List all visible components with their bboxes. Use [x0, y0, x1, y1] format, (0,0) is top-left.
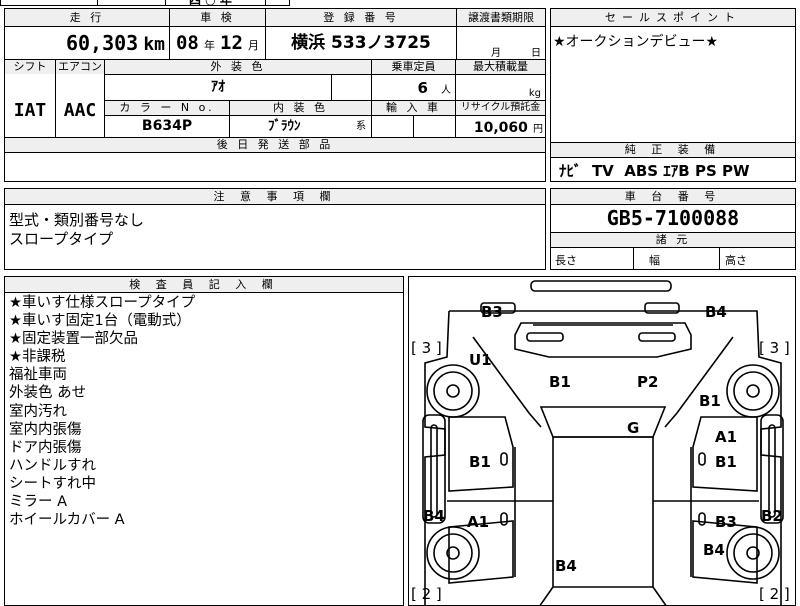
inspection-value-cell: 08 年 12 月	[170, 27, 265, 59]
top-cut-text: 四 ○ 年	[189, 0, 232, 7]
load-unit: kg	[528, 88, 541, 99]
equipment-items: ﾅﾋﾞ TV ABS ｴｱB PS PW	[559, 162, 750, 180]
recycle-unit: 円	[533, 124, 543, 135]
damage-mark: B3	[481, 303, 503, 321]
interior-value-cell: ﾌﾞﾗｳﾝ 系	[230, 116, 371, 137]
reg-label: 登 録 番 号	[266, 9, 456, 26]
inspector-line: 福祉車両	[9, 367, 67, 383]
damage-mark: B2	[761, 507, 783, 525]
exterior-label: 外 装 色	[105, 60, 371, 74]
dim-height: 高さ	[725, 254, 747, 267]
inspector-line: ミラー A	[9, 494, 68, 510]
sales-point-box: セールスポイント ★オークションデビュー★	[550, 8, 796, 144]
equipment-box: 純 正 装 備 ﾅﾋﾞ TV ABS ｴｱB PS PW	[550, 142, 796, 182]
caution-line-2: スロープタイプ	[9, 230, 114, 248]
reg-number: 横浜 533ノ3725	[291, 33, 431, 53]
damage-mark: P2	[637, 373, 658, 391]
mileage-unit: km	[143, 34, 165, 55]
chassis-number: GB5-7100088	[606, 206, 740, 230]
inspector-line: 外装色 あせ	[9, 385, 87, 401]
load-label: 最大積載量	[456, 60, 545, 74]
capacity-unit: 人	[441, 85, 451, 96]
damage-mark: A1	[467, 513, 489, 531]
reg-value-cell: 横浜 533ノ3725	[266, 27, 456, 59]
transfer-month-unit: 月	[491, 48, 501, 59]
inspection-year: 08	[175, 32, 199, 54]
top-cut-strip: 四 ○ 年	[0, 0, 290, 7]
caution-box: 注 意 事 項 欄 型式・類別番号なし スロープタイプ	[4, 188, 546, 270]
damage-mark: U1	[469, 351, 492, 369]
inspector-label: 検 査 員 記 入 欄	[5, 277, 403, 293]
inspection-month: 12	[220, 32, 243, 54]
damage-mark: B4	[423, 507, 445, 525]
damage-mark: B1	[699, 392, 721, 410]
transfer-value-cell: 月 日	[457, 27, 545, 59]
inspection-label: 車 検	[170, 9, 265, 26]
inspector-line: ホイールカバー A	[9, 512, 125, 528]
damage-mark: B1	[715, 453, 737, 471]
interior-suffix: 系	[356, 121, 366, 132]
interior-value: ﾌﾞﾗｳﾝ	[268, 119, 301, 134]
capacity-value-cell: 6 人	[372, 75, 455, 100]
month-unit: 月	[248, 39, 260, 52]
color-no-label: カ ラ ー N o.	[105, 101, 229, 115]
inspector-line: 室内汚れ	[9, 404, 67, 420]
recycle-value: 10,060	[473, 120, 528, 136]
damage-mark: A1	[715, 428, 737, 446]
load-value-cell: kg	[456, 75, 545, 100]
inspector-line: ★車いす固定1台（電動式）	[9, 313, 191, 329]
ac-value: AAC	[63, 100, 97, 121]
color-no-value: B634P	[141, 118, 193, 134]
inspector-line: ★車いす仕様スロープタイプ	[9, 295, 196, 311]
shift-value: IAT	[13, 100, 47, 121]
dimensions-label: 諸 元	[551, 233, 795, 247]
ac-label: エアコン	[56, 60, 104, 74]
car-diagram: [ 3 ] [ 3 ] [ 2 ] [ 2 ] B3 B4 U1 B1 P2 B…	[411, 280, 790, 605]
spec-table: 走 行 車 検 登 録 番 号 譲渡書類期限 60,303 km 08 年 12…	[4, 8, 546, 182]
capacity-label: 乗車定員	[372, 60, 455, 74]
capacity-value: 6	[417, 79, 428, 97]
damage-mark: B4	[703, 541, 725, 559]
damage-mark: B1	[549, 373, 571, 391]
tire-label-right-bottom: [ 2 ]	[759, 585, 790, 603]
year-unit: 年	[203, 39, 215, 52]
shift-label: シフト	[5, 60, 55, 74]
damage-mark: B3	[715, 513, 737, 531]
inspector-line: ハンドルすれ	[9, 458, 96, 474]
mileage-value: 60,303	[65, 31, 139, 55]
dim-width: 幅	[649, 254, 660, 267]
inspector-line: ドア内張傷	[9, 440, 82, 456]
transfer-label: 譲渡書類期限	[457, 9, 545, 26]
chassis-box: 車 台 番 号 GB5-7100088 諸 元 長さ 幅 高さ	[550, 188, 796, 270]
later-parts-label: 後 日 発 送 部 品	[5, 138, 545, 152]
damage-mark: B4	[555, 557, 577, 575]
mileage-value-cell: 60,303 km	[5, 27, 169, 59]
recycle-value-cell: 10,060 円	[456, 116, 545, 137]
damage-mark: G	[627, 419, 639, 437]
exterior-value: ｱｵ	[211, 79, 225, 95]
tire-label-left-bottom: [ 2 ]	[411, 585, 442, 603]
dim-length: 長さ	[555, 254, 577, 267]
sales-point-label: セールスポイント	[551, 9, 795, 27]
chassis-label: 車 台 番 号	[551, 189, 795, 205]
equipment-label: 純 正 装 備	[551, 143, 795, 158]
sales-point-text: ★オークションデビュー★	[553, 34, 719, 50]
caution-label: 注 意 事 項 欄	[5, 189, 545, 205]
tire-label-left-top: [ 3 ]	[411, 339, 442, 357]
recycle-label: リサイクル預託金	[456, 101, 545, 115]
inspector-line: 室内内張傷	[9, 422, 82, 438]
car-diagram-box: [ 3 ] [ 3 ] [ 2 ] [ 2 ] B3 B4 U1 B1 P2 B…	[408, 276, 796, 606]
inspector-line: ★固定装置一部欠品	[9, 331, 138, 347]
interior-label: 内 装 色	[230, 101, 371, 115]
inspector-box: 検 査 員 記 入 欄 ★車いす仕様スロープタイプ ★車いす固定1台（電動式） …	[4, 276, 404, 606]
damage-mark: B1	[469, 453, 491, 471]
inspector-line: シートすれ中	[9, 476, 96, 492]
mileage-label: 走 行	[5, 9, 169, 26]
tire-label-right-top: [ 3 ]	[759, 339, 790, 357]
inspector-line: ★非課税	[9, 349, 66, 365]
damage-mark: B4	[705, 303, 727, 321]
transfer-day-unit: 日	[531, 48, 541, 59]
import-label: 輸 入 車	[372, 101, 455, 115]
caution-line-1: 型式・類別番号なし	[9, 211, 145, 229]
